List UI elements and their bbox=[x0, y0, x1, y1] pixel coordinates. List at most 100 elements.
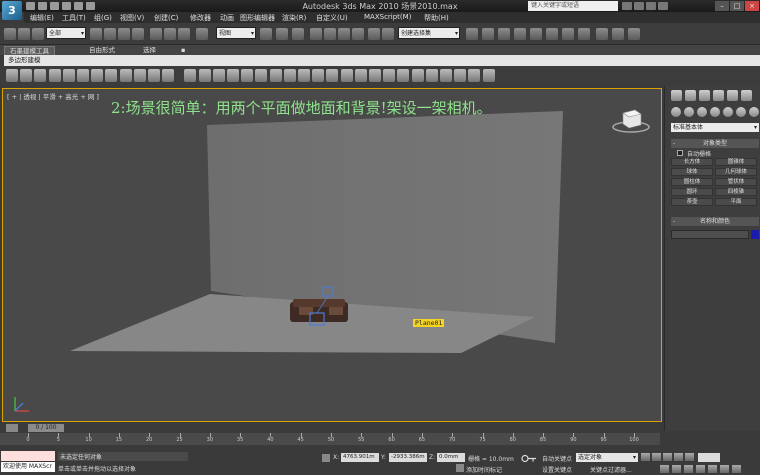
named-selection-dropdown[interactable]: 创建选择集 ▾ bbox=[398, 27, 460, 39]
modeling-tool-icon[interactable] bbox=[241, 69, 254, 82]
pan-icon[interactable] bbox=[708, 465, 717, 473]
modeling-tool-icon[interactable] bbox=[369, 69, 381, 82]
app-logo-icon[interactable]: 3 bbox=[2, 1, 22, 20]
scale-icon[interactable] bbox=[178, 28, 190, 40]
percent-snap-icon[interactable] bbox=[338, 28, 350, 40]
go-to-end-icon[interactable] bbox=[685, 453, 694, 461]
cameras-icon[interactable] bbox=[710, 107, 720, 117]
menu-item[interactable]: 创建(C) bbox=[154, 13, 178, 23]
modeling-tool-icon[interactable] bbox=[326, 69, 339, 82]
minimize-button[interactable]: – bbox=[715, 1, 729, 11]
shapes-icon[interactable] bbox=[684, 107, 694, 117]
modeling-tool-icon[interactable] bbox=[119, 69, 132, 82]
modeling-tool-icon[interactable] bbox=[6, 69, 18, 82]
modeling-tool-icon[interactable] bbox=[91, 69, 104, 82]
menu-item[interactable]: 视图(V) bbox=[120, 13, 144, 23]
align-icon[interactable] bbox=[466, 28, 478, 40]
rotate-icon[interactable] bbox=[164, 28, 176, 40]
redo-toolbar-icon[interactable] bbox=[18, 28, 30, 40]
menu-item[interactable]: 修改器 bbox=[190, 13, 211, 23]
tube-button[interactable]: 管状体 bbox=[715, 178, 757, 186]
window-crossing-icon[interactable] bbox=[132, 28, 144, 40]
current-frame-field[interactable] bbox=[698, 453, 720, 462]
time-slider-bar[interactable]: 0 / 100 bbox=[0, 423, 660, 433]
zoom-extents-icon[interactable] bbox=[684, 465, 693, 473]
select-by-name-icon[interactable] bbox=[104, 28, 116, 40]
rendered-frame-icon[interactable] bbox=[578, 28, 590, 40]
modeling-tool-icon[interactable] bbox=[425, 69, 438, 82]
autogrid-checkbox[interactable] bbox=[677, 150, 683, 156]
key-icon[interactable] bbox=[521, 454, 537, 463]
mini-curve-editor-icon[interactable] bbox=[6, 424, 18, 432]
menu-item[interactable]: 组(G) bbox=[94, 13, 112, 23]
menu-item[interactable]: 帮助(H) bbox=[424, 13, 449, 23]
modeling-tool-icon[interactable] bbox=[411, 69, 424, 82]
maxscript-mini-listener[interactable]: 欢迎使用 MAXScr bbox=[1, 462, 55, 472]
layer-manager-icon[interactable] bbox=[482, 28, 494, 40]
add-time-tag-button[interactable]: 添加时间标记 bbox=[466, 465, 502, 474]
render-iterative-icon[interactable] bbox=[612, 28, 624, 40]
undo-toolbar-icon[interactable] bbox=[4, 28, 16, 40]
plane-button[interactable]: 平面 bbox=[715, 198, 757, 206]
torus-button[interactable]: 圆环 bbox=[671, 188, 713, 196]
tab-freeform[interactable]: 自由形式 bbox=[84, 46, 120, 55]
search-input[interactable]: 键入关键字或短语 bbox=[528, 1, 618, 11]
select-object-icon[interactable] bbox=[90, 28, 102, 40]
modeling-tool-icon[interactable] bbox=[48, 69, 61, 82]
link-icon[interactable] bbox=[32, 28, 44, 40]
object-category-dropdown[interactable]: 标准基本体 ▾ bbox=[671, 123, 759, 132]
close-button[interactable]: × bbox=[745, 1, 759, 11]
maximize-button[interactable]: □ bbox=[730, 1, 744, 11]
field-of-view-icon[interactable] bbox=[696, 465, 705, 473]
sphere-button[interactable]: 球体 bbox=[671, 168, 713, 176]
angle-snap-icon[interactable] bbox=[324, 28, 336, 40]
select-move-icon[interactable] bbox=[276, 28, 288, 40]
modeling-tool-icon[interactable] bbox=[397, 69, 410, 82]
modeling-tool-icon[interactable] bbox=[133, 69, 146, 82]
menu-item[interactable]: 动画 bbox=[220, 13, 234, 23]
modeling-tool-icon[interactable] bbox=[148, 69, 160, 82]
snap-toggle-icon[interactable] bbox=[310, 28, 322, 40]
modeling-tool-icon[interactable] bbox=[468, 69, 481, 82]
render-production-icon[interactable] bbox=[596, 28, 608, 40]
auto-key-button[interactable]: 自动关键点 bbox=[542, 454, 572, 463]
next-frame-icon[interactable] bbox=[674, 453, 683, 461]
selected-objects-dropdown[interactable]: 选定对象 ▾ bbox=[576, 453, 638, 462]
key-filters-button[interactable]: 关键点过滤器... bbox=[590, 465, 632, 474]
reference-coordinate-dropdown[interactable]: 视图 ▾ bbox=[216, 27, 256, 39]
mirror-icon[interactable] bbox=[382, 28, 394, 40]
modeling-tool-icon[interactable] bbox=[312, 69, 325, 82]
orbit-icon[interactable] bbox=[720, 465, 729, 473]
menu-item[interactable]: 图形编辑器 bbox=[240, 13, 275, 23]
graphite-toggle-icon[interactable] bbox=[498, 28, 510, 40]
tab-graphite-modeling[interactable]: 石墨建模工具 bbox=[4, 46, 55, 55]
modeling-tool-icon[interactable] bbox=[34, 69, 47, 82]
material-editor-icon[interactable] bbox=[546, 28, 558, 40]
keyboard-shortcut-icon[interactable] bbox=[292, 28, 304, 40]
display-tab-icon[interactable] bbox=[727, 90, 738, 101]
maxscript-listener-input[interactable] bbox=[1, 451, 55, 461]
favorites-icon[interactable] bbox=[646, 2, 656, 10]
object-name-field[interactable] bbox=[671, 230, 749, 239]
rect-select-icon[interactable] bbox=[118, 28, 130, 40]
space-warps-icon[interactable] bbox=[736, 107, 746, 117]
helpers-icon[interactable] bbox=[723, 107, 733, 117]
set-key-button[interactable]: 设置关键点 bbox=[542, 465, 572, 474]
menu-item[interactable]: MAXScript(M) bbox=[364, 13, 411, 21]
go-to-start-icon[interactable] bbox=[641, 453, 650, 461]
ribbon-options-icon[interactable]: ▪ bbox=[176, 46, 190, 55]
modeling-tool-icon[interactable] bbox=[162, 69, 175, 82]
curve-editor-icon[interactable] bbox=[514, 28, 526, 40]
communication-icon[interactable] bbox=[634, 2, 644, 10]
modeling-tool-icon[interactable] bbox=[77, 69, 89, 82]
modeling-tool-icon[interactable] bbox=[227, 69, 239, 82]
schematic-view-icon[interactable] bbox=[530, 28, 542, 40]
modeling-tool-icon[interactable] bbox=[255, 69, 268, 82]
geosphere-button[interactable]: 几何球体 bbox=[715, 168, 757, 176]
geometry-icon[interactable] bbox=[671, 107, 681, 117]
spinner-snap-icon[interactable] bbox=[352, 28, 364, 40]
lights-icon[interactable] bbox=[697, 107, 707, 117]
menu-item[interactable]: 工具(T) bbox=[62, 13, 86, 23]
cylinder-button[interactable]: 圆柱体 bbox=[671, 178, 713, 186]
pyramid-button[interactable]: 四棱锥 bbox=[715, 188, 757, 196]
